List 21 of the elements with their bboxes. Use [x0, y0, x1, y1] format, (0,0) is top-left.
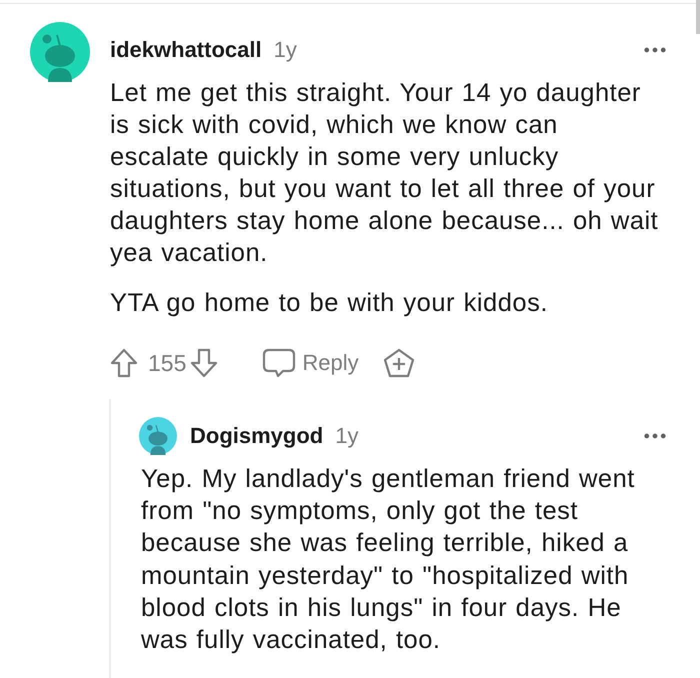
award-button[interactable] [382, 348, 415, 378]
upvote-button[interactable] [110, 348, 138, 378]
scrollbar-thumb[interactable] [696, 0, 700, 34]
downvote-button[interactable] [190, 348, 218, 378]
up-arrow-icon [110, 348, 138, 378]
comment-text: Let me get this straight. Your 14 yo daughter is sick with covid, which we know can escalate quickly in some very unlucky situations, but you want to let all three of your daughters stay home alone because... oh wait yea vacation. [110, 78, 660, 269]
more-options-icon[interactable] [644, 47, 666, 53]
down-arrow-icon [190, 348, 218, 378]
avatar-icon[interactable] [139, 417, 177, 455]
vote-count: 155 [148, 350, 186, 376]
username[interactable]: idekwhattocall [110, 37, 262, 63]
pentagon-plus-icon [382, 348, 415, 378]
avatar-icon[interactable] [30, 22, 90, 82]
speech-bubble-icon [262, 348, 296, 378]
comment-text: Yep. My landlady's gentleman friend went from "no symptoms, only got the test because she was feeling terrible, hiked a mountain yesterday" to "hospitalized with blood clots in his lungs" in four days. He was fully vaccinated, too. [140, 464, 636, 656]
comment-text: YTA go home to be with your kiddos. [110, 288, 549, 319]
comment-age: 1y [274, 37, 297, 63]
more-options-icon[interactable] [644, 433, 666, 439]
reply-button[interactable]: Reply [262, 348, 359, 378]
username[interactable]: Dogismygod [190, 423, 324, 449]
comment-age: 1y [335, 423, 358, 449]
